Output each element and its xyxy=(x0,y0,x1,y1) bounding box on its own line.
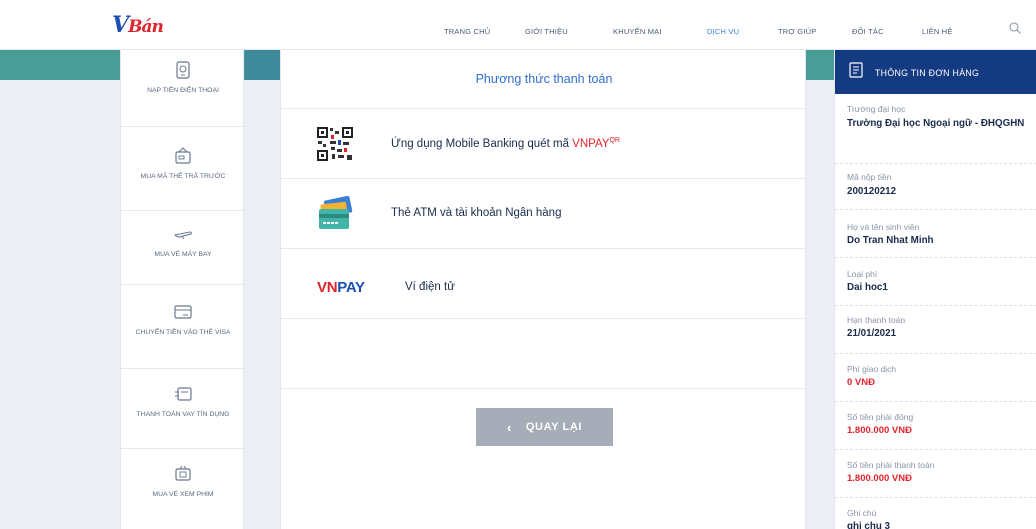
bank-card-icon xyxy=(319,195,353,229)
sidebar-item-label: THANH TOÁN VAY TÍN DỤNG xyxy=(136,411,230,418)
back-button-label: QUAY LẠI xyxy=(525,421,583,433)
order-info-header: THÔNG TIN ĐƠN HÀNG xyxy=(835,50,1036,94)
sidebar-item-label: MUA MÃ THẺ TRẢ TRƯỚC xyxy=(140,173,226,180)
info-label: Số tiền phải thanh toán xyxy=(847,460,935,470)
sidebar-item-label: CHUYỂN TIỀN VÀO THẺ VISA xyxy=(135,329,231,336)
info-row-due-date: Hạn thanh toán 21/01/2021 xyxy=(835,306,1036,354)
empty-row xyxy=(281,318,807,388)
sidebar-item-movie-ticket[interactable]: MUA VÉ XEM PHIM xyxy=(121,464,245,500)
method-text: Ứng dụng Mobile Banking quét mã xyxy=(391,137,573,150)
info-row-fee-type: Loại phí Dai hoc1 xyxy=(835,258,1036,306)
payment-method-panel: Phương thức thanh toán Ứng dụng Mobile B… xyxy=(280,50,807,529)
prepaid-card-icon xyxy=(175,147,191,164)
order-info-panel: THÔNG TIN ĐƠN HÀNG Trường đại học Trường… xyxy=(834,50,1036,529)
info-value: 1.800.000 VNĐ xyxy=(847,425,912,436)
info-label: Số tiền phải đóng xyxy=(847,412,914,422)
info-row-student-name: Họ và tên sinh viên Do Tran Nhat Minh xyxy=(835,210,1036,258)
sidebar-item-phone-topup[interactable]: NẠP TIỀN ĐIỆN THOẠI xyxy=(121,60,245,96)
panel-title: Phương thức thanh toán xyxy=(475,72,613,86)
nav-lien-he[interactable]: LIÊN HỆ xyxy=(922,27,953,36)
info-row-payment-code: Mã nộp tiền 200120212 xyxy=(835,164,1036,210)
payment-method-label: Ví điện tử xyxy=(405,281,455,293)
back-button[interactable]: ‹ QUAY LẠI xyxy=(476,408,613,446)
info-value: Trường Đại học Ngoại ngữ - ĐHQGHN xyxy=(847,118,1025,129)
vnpay-logo-vn: VN xyxy=(317,279,338,296)
search-icon[interactable] xyxy=(1009,22,1021,34)
info-row-university: Trường đại học Trường Đại học Ngoại ngữ … xyxy=(835,94,1036,164)
logo-mark: V xyxy=(112,12,129,38)
order-info-title: THÔNG TIN ĐƠN HÀNG xyxy=(875,68,980,78)
info-row-note: Ghi chú ghi chu 3 xyxy=(835,498,1036,529)
info-row-amount-to-pay: Số tiền phải thanh toán 1.800.000 VNĐ xyxy=(835,450,1036,498)
payment-method-label: Ứng dụng Mobile Banking quét mã VNPAYQR xyxy=(391,137,620,150)
top-header: VBán TRANG CHỦ GIỚI THIỆU KHUYẾN MẠI DỊC… xyxy=(0,0,1036,50)
payment-method-label: Thẻ ATM và tài khoản Ngân hàng xyxy=(391,207,562,219)
divider xyxy=(121,284,245,285)
qr-superscript: QR xyxy=(609,137,620,144)
payment-method-atm[interactable]: Thẻ ATM và tài khoản Ngân hàng xyxy=(281,178,807,248)
nav-gioi-thieu[interactable]: GIỚI THIỆU xyxy=(525,27,568,36)
divider xyxy=(121,448,245,449)
decorative-band-accent xyxy=(245,50,285,80)
sidebar-item-credit-loan[interactable]: THANH TOÁN VAY TÍN DỤNG xyxy=(121,384,245,420)
qr-code-icon xyxy=(315,125,355,163)
divider xyxy=(281,388,807,389)
chevron-left-icon: ‹ xyxy=(506,419,512,435)
logo-text: Bán xyxy=(128,17,164,37)
divider xyxy=(121,368,245,369)
info-row-amount-due: Số tiền phải đóng 1.800.000 VNĐ xyxy=(835,402,1036,450)
payment-method-ewallet[interactable]: VNPAY Ví điện tử xyxy=(281,248,807,318)
nav-doi-tac[interactable]: ĐỐI TÁC xyxy=(852,27,884,36)
info-label: Mã nộp tiền xyxy=(847,172,892,182)
info-label: Phí giao dịch xyxy=(847,364,897,374)
info-label: Ghi chú xyxy=(847,508,877,518)
sidebar-item-prepaid-card[interactable]: MUA MÃ THẺ TRẢ TRƯỚC xyxy=(121,146,245,182)
vnpay-logo-pay: PAY xyxy=(337,279,365,296)
sidebar-item-airplane[interactable]: MUA VÉ MÁY BAY xyxy=(121,224,245,260)
visa-card-icon xyxy=(174,305,192,319)
info-value: ghi chu 3 xyxy=(847,521,891,529)
nav-tro-giup[interactable]: TRỢ GIÚP xyxy=(778,27,816,36)
info-value: 200120212 xyxy=(847,186,897,197)
info-value: 21/01/2021 xyxy=(847,328,897,339)
sidebar-item-visa-transfer[interactable]: CHUYỂN TIỀN VÀO THẺ VISA xyxy=(121,302,245,338)
info-value: Do Tran Nhat Minh xyxy=(847,235,934,246)
service-sidebar: NẠP TIỀN ĐIỆN THOẠI MUA MÃ THẺ TRẢ TRƯỚC… xyxy=(120,50,245,529)
payment-method-vnpay-qr[interactable]: Ứng dụng Mobile Banking quét mã VNPAYQR xyxy=(281,108,807,178)
nav-khuyen-mai[interactable]: KHUYẾN MẠI xyxy=(613,27,662,36)
airplane-icon xyxy=(173,231,192,240)
info-value: 0 VNĐ xyxy=(847,377,875,388)
info-label: Hạn thanh toán xyxy=(847,315,906,325)
logo[interactable]: VBán xyxy=(112,12,164,38)
credit-loan-icon xyxy=(175,387,192,401)
sidebar-item-label: MUA VÉ XEM PHIM xyxy=(152,491,214,498)
sidebar-item-label: NẠP TIỀN ĐIỆN THOẠI xyxy=(147,87,219,94)
info-value: Dai hoc1 xyxy=(847,282,888,293)
info-label: Trường đại học xyxy=(847,104,906,114)
info-value: 1.800.000 VNĐ xyxy=(847,473,912,484)
sidebar-item-label: MUA VÉ MÁY BAY xyxy=(154,251,212,258)
nav-trang-chu[interactable]: TRANG CHỦ xyxy=(444,27,490,36)
info-row-transaction-fee: Phí giao dịch 0 VNĐ xyxy=(835,354,1036,402)
nav-dich-vu[interactable]: DỊCH VỤ xyxy=(707,27,739,36)
vnpay-logo: VNPAY xyxy=(317,279,365,296)
movie-ticket-icon xyxy=(175,465,191,481)
divider xyxy=(121,210,245,211)
divider xyxy=(121,126,245,127)
phone-topup-icon xyxy=(176,61,190,79)
document-icon xyxy=(849,62,863,78)
vnpay-brand-text: VNPAY xyxy=(572,137,610,150)
info-label: Loại phí xyxy=(847,269,878,279)
info-label: Họ và tên sinh viên xyxy=(847,222,920,232)
